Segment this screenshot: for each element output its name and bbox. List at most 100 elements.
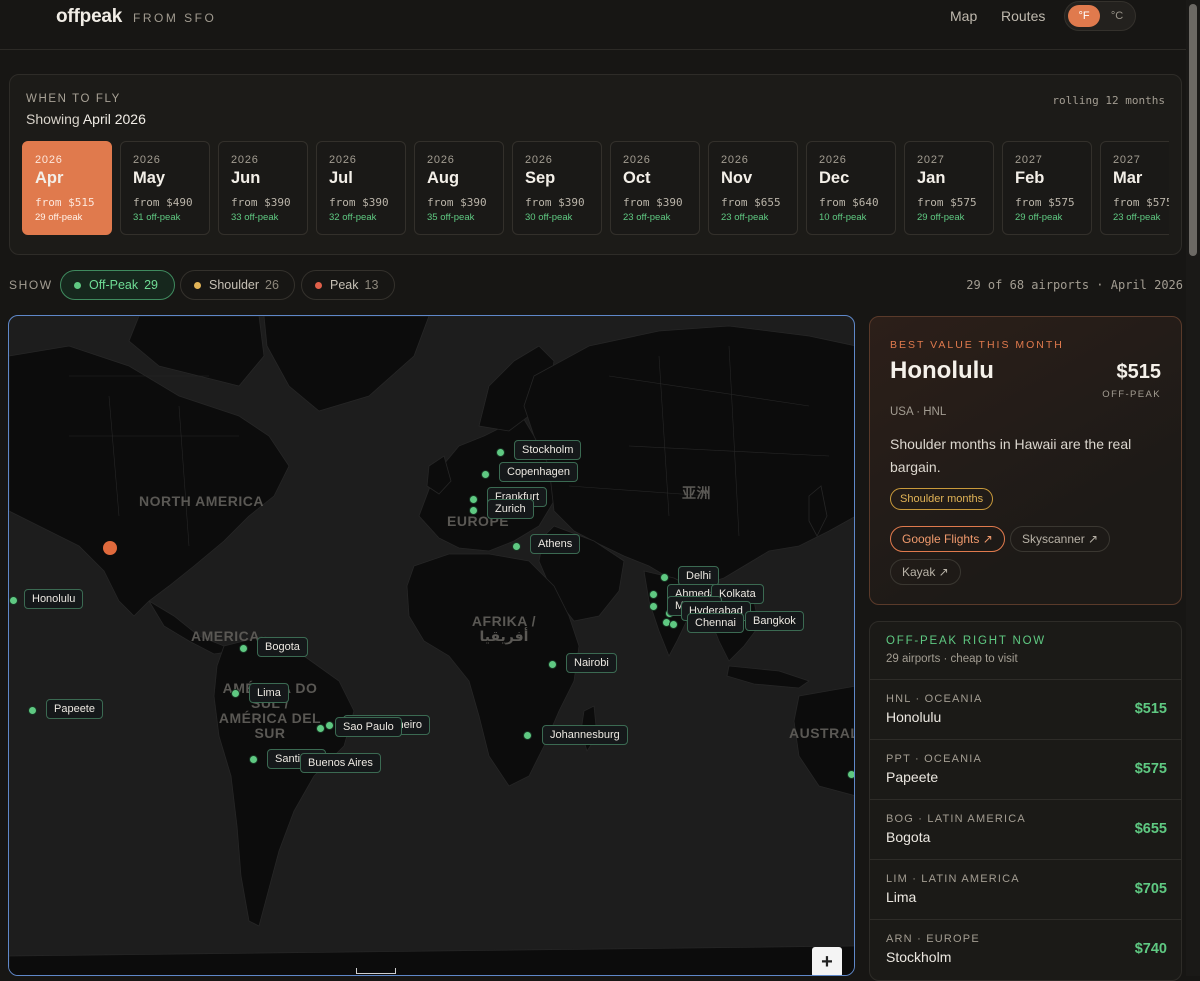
map-pin[interactable] [649,602,658,611]
map-pin[interactable] [469,506,478,515]
month-offpeak-count: 29 off-peak [1015,212,1063,223]
home-airport-marker[interactable] [103,541,117,555]
unit-fahrenheit-button[interactable]: °F [1068,5,1100,27]
month-offpeak-count: 30 off-peak [525,212,573,223]
best-value-code: USA · HNL [890,406,947,418]
map-pin[interactable] [481,470,490,479]
row-price: $655 [1134,821,1167,837]
map-label-papeete[interactable]: Papeete [46,699,103,719]
map-pin[interactable] [9,596,18,605]
map-label-lima[interactable]: Lima [249,683,289,703]
map-pin[interactable] [660,573,669,582]
map-pin[interactable] [512,542,521,551]
map-pin[interactable] [496,448,505,457]
month-offpeak-count: 35 off-peak [427,212,475,223]
map-label-delhi[interactable]: Delhi [678,566,720,586]
unit-celsius-button[interactable]: °C [1101,5,1133,27]
map-label-copenhagen[interactable]: Copenhagen [499,462,579,482]
month-card-sep[interactable]: 2026 Sep from $390 30 off-peak [512,141,602,235]
row-city: Honolulu [886,709,942,725]
offpeak-row[interactable]: HNL · OCEANIA Honolulu $515 [870,679,1181,739]
row-price: $705 [1134,881,1167,897]
month-price: from $390 [231,196,291,209]
map-label-stockholm[interactable]: Stockholm [514,440,582,460]
map-pin[interactable] [239,644,248,653]
map-label-sao-paulo[interactable]: Sao Paulo [335,717,402,737]
month-card-mar[interactable]: 2027 Mar from $575 23 off-peak [1100,141,1169,235]
month-card-dec[interactable]: 2026 Dec from $640 10 off-peak [806,141,896,235]
map-pin[interactable] [523,731,532,740]
map-label-honolulu[interactable]: Honolulu [24,589,84,609]
month-card-jul[interactable]: 2026 Jul from $390 32 off-peak [316,141,406,235]
month-name: Nov [721,169,753,187]
map-pin[interactable] [649,590,658,599]
google-flights-link[interactable]: Google Flights ↗ [890,526,1005,552]
map-label-chennai[interactable]: Chennai [687,613,744,633]
nav-map[interactable]: Map [950,8,977,24]
month-card-nov[interactable]: 2026 Nov from $655 23 off-peak [708,141,798,235]
map-pin[interactable] [548,660,557,669]
map-label-buenos-aires[interactable]: Buenos Aires [300,753,381,773]
kayak-link[interactable]: Kayak ↗ [890,559,961,585]
month-offpeak-count: 33 off-peak [231,212,279,223]
showing-prefix: Showing [26,111,80,127]
map-label-bangkok[interactable]: Bangkok [745,611,804,631]
row-city: Lima [886,889,917,905]
month-year: 2026 [427,154,455,166]
page-scrollbar[interactable] [1186,0,1200,976]
map-pin[interactable] [231,689,240,698]
map-label-athens[interactable]: Athens [530,534,581,554]
map-pin[interactable] [669,620,678,629]
when-to-fly-panel: WHEN TO FLY Showing April 2026 rolling 1… [9,74,1182,255]
filter-shoulder-chip[interactable]: Shoulder 26 [180,270,296,300]
map-pin[interactable] [847,770,854,779]
offpeak-row[interactable]: BOG · LATIN AMERICA Bogota $655 [870,799,1181,859]
map-label-bogota[interactable]: Bogota [257,637,308,657]
scrollbar-thumb[interactable] [1189,4,1197,256]
month-name: Sep [525,169,556,187]
zoom-in-button[interactable]: + [812,947,842,975]
chip-label: Peak [330,278,359,292]
month-year: 2026 [329,154,357,166]
row-airport-region: BOG · LATIN AMERICA [886,813,1026,825]
map-label-zurich[interactable]: Zurich [487,499,534,519]
best-value-label: BEST VALUE THIS MONTH [890,339,1064,351]
month-card-oct[interactable]: 2026 Oct from $390 23 off-peak [610,141,700,235]
map-pin[interactable] [28,706,37,715]
when-to-fly-label: WHEN TO FLY [26,93,121,105]
map-pin[interactable] [316,724,325,733]
chip-label: Shoulder [209,278,260,292]
month-card-may[interactable]: 2026 May from $490 31 off-peak [120,141,210,235]
month-card-jun[interactable]: 2026 Jun from $390 33 off-peak [218,141,308,235]
map-label-nairobi[interactable]: Nairobi [566,653,617,673]
rolling-label: rolling 12 months [1052,94,1165,107]
offpeak-row[interactable]: PPT · OCEANIA Papeete $575 [870,739,1181,799]
filter-offpeak-chip[interactable]: Off-Peak 29 [60,270,175,300]
unit-toggle[interactable]: °F °C [1064,1,1136,31]
month-offpeak-count: 23 off-peak [623,212,671,223]
month-card-aug[interactable]: 2026 Aug from $390 35 off-peak [414,141,504,235]
best-value-tier: OFF-PEAK [1102,389,1161,400]
offpeak-row[interactable]: ARN · EUROPE Stockholm $740 [870,919,1181,979]
nav-routes[interactable]: Routes [1001,8,1045,24]
skyscanner-link[interactable]: Skyscanner ↗ [1010,526,1111,552]
offpeak-row[interactable]: LIM · LATIN AMERICA Lima $705 [870,859,1181,919]
region-label-america: AMERICA [191,628,260,644]
month-card-jan[interactable]: 2027 Jan from $575 29 off-peak [904,141,994,235]
world-map[interactable]: NORTH AMERICA EUROPE 亚洲 AFRIKA / أفريقيا… [8,315,855,976]
month-card-feb[interactable]: 2027 Feb from $575 29 off-peak [1002,141,1092,235]
month-name: Oct [623,169,651,187]
shoulder-dot-icon [194,282,201,289]
row-airport-region: PPT · OCEANIA [886,753,983,765]
map-pin[interactable] [249,755,258,764]
map-pin[interactable] [325,721,334,730]
region-label-north-america: NORTH AMERICA [139,493,264,509]
map-label-johannesburg[interactable]: Johannesburg [542,725,628,745]
month-year: 2027 [1113,154,1141,166]
month-card-apr[interactable]: 2026 Apr from $515 29 off-peak [22,141,112,235]
filter-peak-chip[interactable]: Peak 13 [301,270,395,300]
row-airport-region: HNL · OCEANIA [886,693,983,705]
row-city: Papeete [886,769,939,785]
map-pin[interactable] [469,495,478,504]
app-logo[interactable]: offpeak [56,6,122,28]
